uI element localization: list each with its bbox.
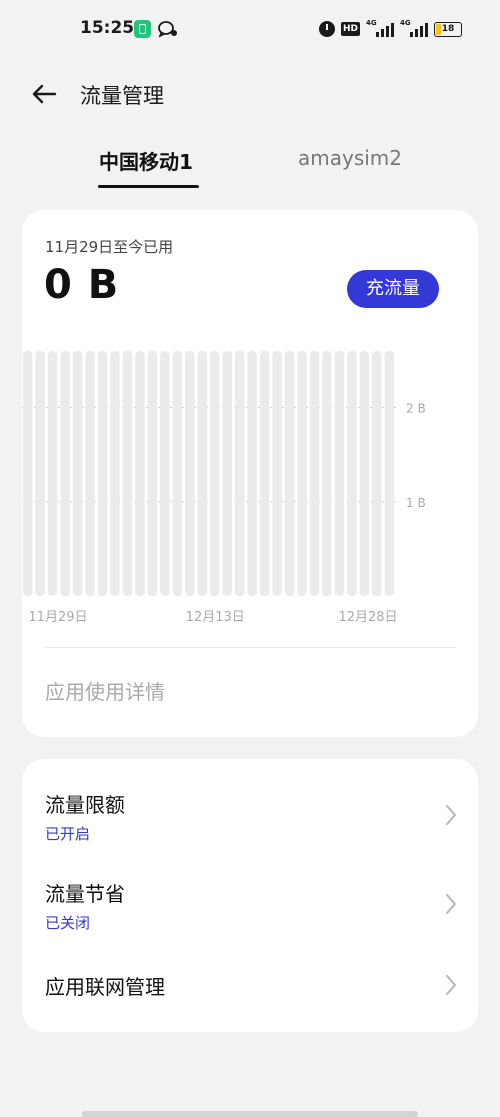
back-arrow-icon <box>32 84 57 104</box>
chart-y-tick-label: 2 B <box>406 402 426 416</box>
data-limit-item[interactable]: 流量限额 已开启 <box>22 759 478 849</box>
setting-status: 已开启 <box>45 825 91 843</box>
battery-level: 18 <box>441 23 455 34</box>
page-title: 流量管理 <box>80 84 164 108</box>
chart-bar-track <box>247 351 257 596</box>
chart-bar-track <box>23 351 33 596</box>
home-indicator <box>82 1111 418 1117</box>
chart-bar-track <box>172 351 183 596</box>
network-type-label: 4G <box>400 19 411 27</box>
app-notification-icon <box>134 20 151 38</box>
back-button[interactable] <box>26 76 62 112</box>
chart-y-tick-label: 1 B <box>406 496 426 510</box>
chevron-right-icon <box>446 894 456 914</box>
usage-chart: 2 B 1 B 11月29日 12月13日 12月28日 <box>22 351 426 625</box>
chart-bar-track <box>97 351 108 596</box>
tab-sim1[interactable]: 中国移动1 <box>99 146 193 175</box>
chart-bar-track <box>259 351 270 596</box>
usage-period-label: 11月29日至今已用 <box>45 238 174 256</box>
signal-4g-icon: 4G <box>366 19 394 37</box>
chart-bar-track <box>284 351 295 596</box>
network-type-label: 4G <box>366 19 377 27</box>
header: 流量管理 <box>0 68 500 122</box>
recharge-button[interactable]: 充流量 <box>347 270 439 308</box>
chart-bar-track <box>110 351 120 596</box>
chart-bar-track <box>347 351 357 596</box>
chart-bar-track <box>72 351 83 596</box>
chevron-right-icon <box>446 805 456 825</box>
chart-x-tick-label: 12月13日 <box>186 610 245 625</box>
chart-bar-track <box>60 351 70 596</box>
chart-bar-track <box>85 351 95 596</box>
status-bar: 15:25 HD 4G 4G 18 <box>0 0 500 58</box>
chart-bar-track <box>210 351 220 596</box>
chart-bar-track <box>35 351 45 596</box>
alarm-icon <box>318 21 335 37</box>
app-network-management-item[interactable]: 应用联网管理 <box>22 939 478 1032</box>
setting-title: 流量节省 <box>45 882 125 906</box>
chart-bar-track <box>160 351 170 596</box>
chart-bar-track <box>272 351 282 596</box>
usage-card: 11月29日至今已用 0 B 充流量 2 B 1 B 11月29日 12月13日 12月… <box>22 210 478 737</box>
chevron-right-icon <box>446 975 456 995</box>
chart-bar-track <box>372 351 382 596</box>
tab-indicator <box>98 185 199 188</box>
chart-bar-track <box>47 351 58 596</box>
chart-x-tick-label: 12月28日 <box>338 610 397 625</box>
setting-status: 已关闭 <box>45 914 91 932</box>
chart-bar-track <box>234 351 245 596</box>
app-usage-detail-link[interactable]: 应用使用详情 <box>45 676 165 705</box>
usage-amount: 0 B <box>44 262 120 308</box>
chart-bar-track <box>334 351 345 596</box>
setting-title: 应用联网管理 <box>45 975 165 999</box>
settings-card: 流量限额 已开启 流量节省 已关闭 应用联网管理 <box>22 759 478 1032</box>
tab-sim2[interactable]: amaysim2 <box>298 146 402 170</box>
signal-4g-icon: 4G <box>400 19 428 37</box>
status-indicators: HD 4G 4G 18 <box>318 19 462 39</box>
chart-bar-track <box>384 351 394 596</box>
setting-title: 流量限额 <box>45 793 125 817</box>
chart-bar-track <box>297 351 307 596</box>
chart-x-tick-label: 11月29日 <box>28 610 87 625</box>
chart-bar-track <box>185 351 195 596</box>
chart-bar-track <box>147 351 158 596</box>
chart-bar-track <box>222 351 232 596</box>
chart-bar-track <box>359 351 370 596</box>
chart-bar-track <box>135 351 145 596</box>
sim-tabs: 中国移动1 amaysim2 <box>0 140 500 192</box>
status-time: 15:25 <box>80 18 135 38</box>
data-saver-item[interactable]: 流量节省 已关闭 <box>22 849 478 939</box>
chart-bar-track <box>309 351 320 596</box>
battery-icon: 18 <box>434 21 462 37</box>
chart-bar-track <box>322 351 332 596</box>
chart-bar-track <box>197 351 207 596</box>
divider <box>44 647 456 648</box>
hd-icon: HD <box>340 22 360 36</box>
chart-bar-track <box>122 351 133 596</box>
wechat-icon <box>158 21 177 38</box>
